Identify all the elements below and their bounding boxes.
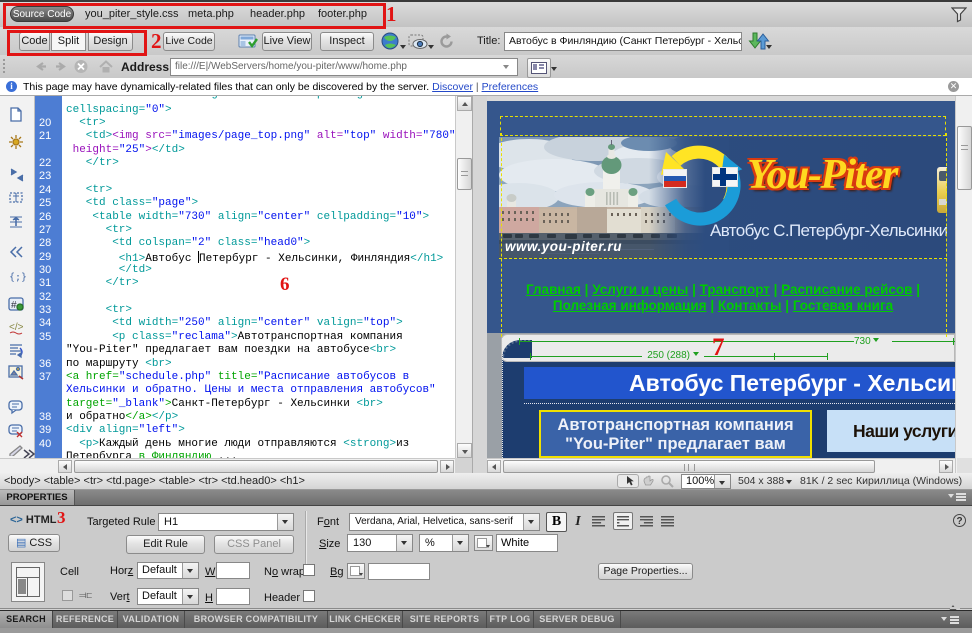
svg-text:{;}: {;} — [9, 272, 26, 283]
svg-text:</>: </> — [9, 322, 24, 333]
svg-text:#: # — [11, 300, 17, 311]
